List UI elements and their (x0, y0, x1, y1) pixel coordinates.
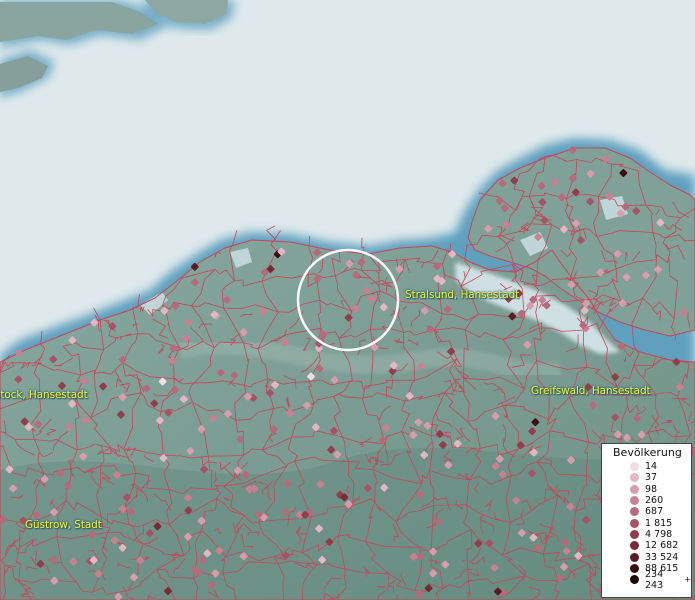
legend-label: 98 (645, 483, 658, 495)
legend-label: 1 815 (645, 517, 673, 529)
legend-swatch (630, 552, 639, 562)
legend-swatch (630, 563, 639, 573)
legend-open-end: + (684, 575, 691, 585)
legend-swatch (630, 462, 639, 472)
legend-entry: 37 (602, 472, 691, 483)
legend-entry: 4 798 (602, 529, 691, 540)
city-label-stralsund[interactable]: Stralsund, Hansestadt (405, 289, 519, 301)
legend-swatch (630, 541, 639, 551)
legend-entry: 33 524 (602, 551, 691, 563)
legend-entry: 234 243 + (602, 569, 691, 591)
legend-label: 37 (645, 472, 658, 484)
legend-entry: 1 815 (602, 517, 691, 529)
city-label-rostock[interactable]: Rostock, Hansestadt (0, 389, 88, 401)
legend-entry: 14 (602, 461, 691, 472)
legend-label: 687 (645, 506, 664, 518)
legend-swatch (630, 575, 639, 585)
legend-swatch (630, 518, 639, 528)
legend-label: 33 524 (645, 551, 679, 563)
legend-swatch (630, 484, 639, 494)
legend-swatch (630, 496, 639, 506)
legend-label: 4 798 (645, 528, 673, 540)
legend-label: 12 682 (645, 540, 679, 552)
population-legend: Bevölkerung 14 37 98 260 687 1 815 4 798… (601, 443, 692, 598)
legend-entry: 260 (602, 495, 691, 506)
map-canvas[interactable] (0, 0, 695, 600)
legend-label: 14 (645, 461, 658, 473)
legend-entry: 687 (602, 506, 691, 517)
legend-label: 260 (645, 495, 664, 507)
population-map[interactable]: Stralsund, Hansestadt Rostock, Hansestad… (0, 0, 695, 600)
legend-label: 234 243 (645, 568, 664, 591)
legend-swatch (630, 529, 639, 539)
city-label-greifswald[interactable]: Greifswald, Hansestadt (531, 385, 651, 397)
legend-swatch (630, 473, 639, 483)
legend-entry: 12 682 (602, 540, 691, 551)
legend-entry: 98 (602, 484, 691, 495)
legend-entries: 14 37 98 260 687 1 815 4 798 12 682 33 5… (602, 461, 691, 591)
legend-swatch (630, 507, 639, 517)
legend-title: Bevölkerung (613, 446, 682, 459)
city-label-guestrow[interactable]: Güstrow, Stadt (25, 519, 102, 531)
